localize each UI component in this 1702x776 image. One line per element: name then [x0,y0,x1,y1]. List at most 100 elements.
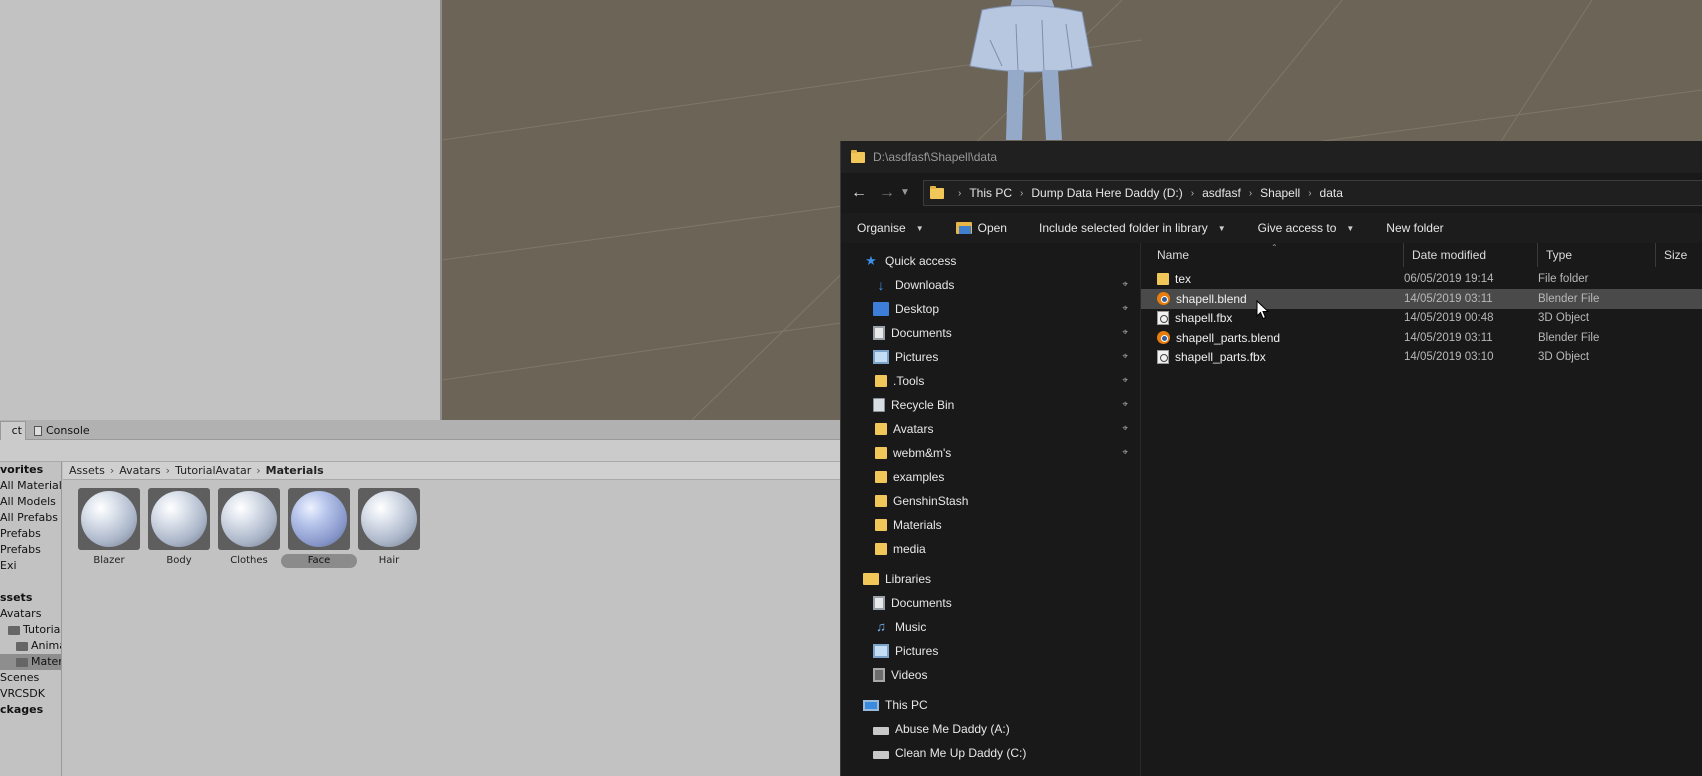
file-row[interactable]: tex 06/05/2019 19:14 File folder [1141,269,1702,289]
nav-item[interactable]: ★ Quick access [841,249,1140,273]
nav-item[interactable]: ↓ Downloads ⌖ [841,273,1140,297]
project-tree-item[interactable]: ckages [0,702,61,718]
forward-arrow-icon[interactable]: → [877,183,897,203]
nav-item[interactable]: Avatars ⌖ [841,417,1140,441]
tab-project[interactable]: ct [0,421,26,440]
nav-item[interactable]: Documents ⌖ [841,321,1140,345]
column-type[interactable]: Type [1538,243,1656,267]
file-explorer-window: D:\asdfasf\Shapell\data ← → ▼ › This PC › D… [840,141,1702,776]
nav-item[interactable]: Recycle Bin ⌖ [841,393,1140,417]
breadcrumb-item[interactable]: Avatars [119,464,160,477]
dropdown-arrow-icon: ▼ [915,223,924,233]
material-thumbnail [148,488,210,550]
material-asset[interactable]: Clothes [213,488,285,568]
address-segment[interactable]: Dump Data Here Daddy (D:) [1031,186,1182,200]
libraries-icon [863,573,879,585]
nav-item[interactable]: Pictures ⌖ [841,345,1140,369]
column-date-modified[interactable]: Date modified [1404,243,1538,267]
breadcrumb-item[interactable]: TutorialAvatar [175,464,251,477]
new-folder-button[interactable]: New folder [1370,213,1459,243]
project-tree-item[interactable]: Materi [0,654,61,670]
open-button[interactable]: Open [940,213,1023,243]
project-tree-item[interactable]: All Materials [0,478,61,494]
project-tree-item[interactable]: All Models [0,494,61,510]
nav-item[interactable]: Libraries [841,567,1140,591]
include-in-library-button[interactable]: Include selected folder in library ▼ [1023,213,1242,243]
nav-item[interactable]: Clean Me Up Daddy (C:) [841,741,1140,765]
pictures-icon [873,644,889,658]
address-segment[interactable]: asdfasf [1202,186,1241,200]
nav-item-label: Documents [891,326,952,340]
nav-item[interactable]: media [841,537,1140,561]
nav-item[interactable]: GenshinStash [841,489,1140,513]
address-separator-icon[interactable]: › [1191,188,1194,199]
material-asset[interactable]: Blazer [73,488,145,568]
project-tree-item[interactable]: TutorialA [0,622,61,638]
material-asset[interactable]: Face [281,488,357,568]
file-row[interactable]: shapell.blend 14/05/2019 03:11 Blender Fil… [1141,288,1702,309]
tab-console[interactable]: Console [28,421,98,440]
address-separator-icon[interactable]: › [1249,188,1252,199]
nav-item[interactable]: Materials [841,513,1140,537]
folder-icon [16,641,28,651]
file-row[interactable]: shapell_parts.fbx 14/05/2019 03:10 3D Obje… [1141,347,1702,367]
nav-item[interactable]: Desktop ⌖ [841,297,1140,321]
organise-button[interactable]: Organise ▼ [841,213,940,243]
file-list: Name ⌃ Date modified Type Size tex 06/05/… [1141,243,1702,776]
nav-item[interactable]: webm&m's ⌖ [841,441,1140,465]
project-tree-item[interactable]: Exi [0,558,61,574]
project-tree-item[interactable] [0,574,61,590]
file-row[interactable]: shapell_parts.blend 14/05/2019 03:11 Blend… [1141,328,1702,348]
nav-item[interactable]: This PC [841,693,1140,717]
project-tree-item[interactable]: VRCSDK [0,686,61,702]
project-toolbar [0,440,840,462]
address-separator-icon[interactable]: › [1020,188,1023,199]
project-tree-item-label: ssets [0,591,33,604]
nav-item[interactable]: examples [841,465,1140,489]
breadcrumb-item[interactable]: Assets [69,464,105,477]
explorer-titlebar[interactable]: D:\asdfasf\Shapell\data [841,141,1702,173]
project-tree-item[interactable]: ssets [0,590,61,606]
back-arrow-icon[interactable]: ← [849,183,869,203]
column-date-label: Date modified [1412,248,1487,262]
give-access-button[interactable]: Give access to ▼ [1242,213,1371,243]
pin-icon: ⌖ [1122,279,1128,290]
file-name: shapell.blend [1176,291,1247,306]
file-row[interactable]: shapell.fbx 14/05/2019 00:48 3D Object [1141,308,1702,328]
nav-item[interactable]: Videos [841,663,1140,687]
project-tree-item[interactable]: Scenes [0,670,61,686]
column-size[interactable]: Size [1656,243,1702,267]
folder-icon [875,495,887,507]
address-segment[interactable]: This PC [969,186,1012,200]
project-tree-item-label: All Models [0,495,56,508]
address-segment[interactable]: Shapell [1260,186,1300,200]
material-asset[interactable]: Body [143,488,215,568]
material-asset[interactable]: Hair [353,488,425,568]
breadcrumb-item[interactable]: Materials [266,464,324,477]
project-tree-item[interactable]: All Prefabs [0,510,61,526]
pin-icon: ⌖ [1122,375,1128,386]
nav-item[interactable]: ♫ Music [841,615,1140,639]
project-tree-item[interactable]: Avatars [0,606,61,622]
3d-object-icon [1157,350,1169,364]
recent-locations-chevron-icon[interactable]: ▼ [899,183,911,203]
recycle-bin-icon [873,398,885,412]
project-tree-item[interactable]: Prefabs [0,526,61,542]
address-bar[interactable]: › This PC › Dump Data Here Daddy (D:) › asdfa… [923,180,1702,206]
nav-item[interactable]: Abuse Me Daddy (A:) [841,717,1140,741]
blender-icon [1157,331,1170,344]
project-tab-bar: ct Console [0,420,840,440]
project-tree-item[interactable]: Animat [0,638,61,654]
nav-item[interactable]: Documents [841,591,1140,615]
column-name[interactable]: Name ⌃ [1141,243,1404,267]
column-type-label: Type [1546,248,1573,262]
project-tree-item[interactable]: Prefabs [0,542,61,558]
nav-item[interactable]: .Tools ⌖ [841,369,1140,393]
nav-item[interactable]: Pictures [841,639,1140,663]
project-tree-item[interactable]: vorites [0,462,61,478]
address-segment[interactable]: data [1320,186,1343,200]
material-sphere-icon [221,491,277,547]
folder-icon [930,185,944,199]
address-separator-icon[interactable]: › [1308,188,1311,199]
address-separator-icon[interactable]: › [958,188,961,199]
